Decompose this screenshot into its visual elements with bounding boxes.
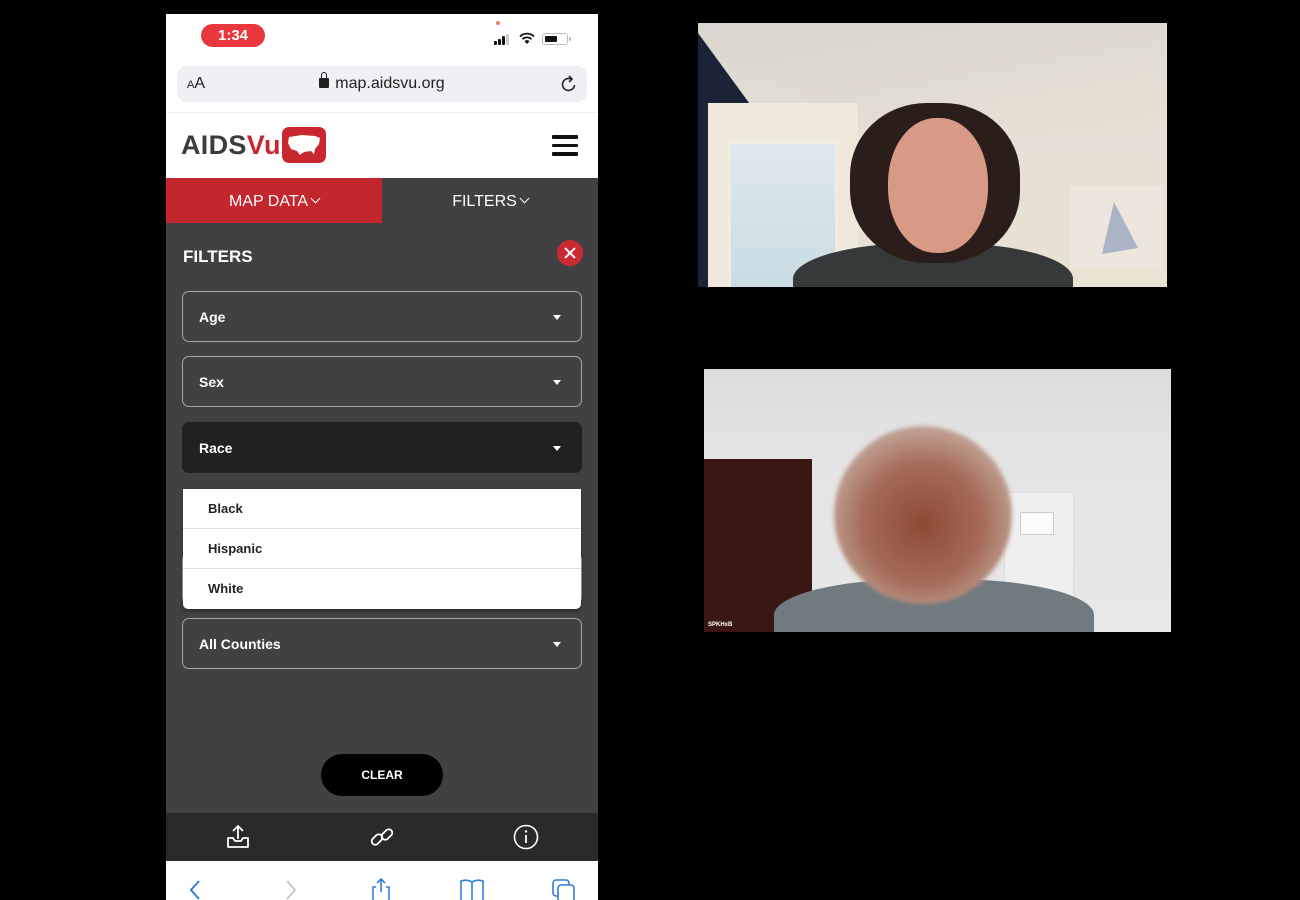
participant-video-2: SPKHxB <box>704 369 1171 632</box>
url-text: map.aidsvu.org <box>335 75 445 92</box>
caret-down-icon <box>553 380 561 385</box>
race-dropdown: Black Hispanic White <box>183 489 581 609</box>
panel-title: FILTERS <box>183 247 253 266</box>
blurred-face <box>834 426 1012 604</box>
sex-select[interactable]: Sex <box>182 356 582 407</box>
status-bar: 1:34 <box>166 14 598 64</box>
bookmarks-icon[interactable] <box>459 877 485 900</box>
race-option-black[interactable]: Black <box>183 489 581 529</box>
safari-toolbar <box>166 861 598 900</box>
share-icon[interactable] <box>368 877 394 900</box>
url-field[interactable]: map.aidsvu.org <box>177 72 587 93</box>
caret-down-icon <box>553 315 561 320</box>
close-icon[interactable] <box>557 240 583 266</box>
forward-icon[interactable] <box>277 877 303 900</box>
hamburger-icon[interactable] <box>552 135 578 157</box>
chevron-down-icon <box>519 193 530 204</box>
age-select[interactable]: Age <box>182 291 582 342</box>
lock-icon <box>319 72 330 88</box>
us-map-logo-icon <box>282 127 326 163</box>
tab-map-data[interactable]: MAP DATA <box>166 178 382 223</box>
county-select[interactable]: All Counties <box>182 618 582 669</box>
reload-icon[interactable] <box>559 74 579 94</box>
wall-art <box>1070 186 1162 268</box>
caret-down-icon <box>553 642 561 647</box>
status-time: 1:34 <box>201 24 265 47</box>
wifi-icon <box>519 32 535 44</box>
screen: 1:34 AA map.aidsvu.org AIDSVu MAP DATA F… <box>0 0 1300 900</box>
address-bar[interactable]: AA map.aidsvu.org <box>177 66 587 102</box>
download-icon[interactable] <box>224 823 252 851</box>
battery-level <box>544 35 557 42</box>
race-option-hispanic[interactable]: Hispanic <box>183 529 581 569</box>
link-icon[interactable] <box>368 823 396 851</box>
filters-panel: FILTERS Age Sex Race Black Hispanic Whit… <box>166 223 598 813</box>
participant-name: SPKHxB <box>708 622 733 628</box>
caret-down-icon <box>553 446 561 451</box>
race-select[interactable]: Race <box>182 422 582 473</box>
site-logo[interactable]: AIDSVu <box>181 130 281 161</box>
participant-video-1 <box>698 23 1167 287</box>
site-header: AIDSVu <box>166 112 598 178</box>
chevron-down-icon <box>310 193 321 204</box>
info-icon[interactable] <box>512 823 540 851</box>
signal-icon <box>494 34 510 45</box>
tab-bar: MAP DATA FILTERS <box>166 178 598 223</box>
action-bar <box>166 813 598 861</box>
clear-button[interactable]: CLEAR <box>321 754 443 796</box>
tabs-icon[interactable] <box>551 877 577 900</box>
recording-indicator <box>496 21 500 25</box>
race-option-white[interactable]: White <box>183 569 581 609</box>
battery-icon <box>542 33 571 45</box>
participant-face <box>888 118 988 253</box>
tab-filters[interactable]: FILTERS <box>382 178 598 223</box>
phone-screen: 1:34 AA map.aidsvu.org AIDSVu MAP DATA F… <box>166 14 598 900</box>
back-icon[interactable] <box>183 877 209 900</box>
